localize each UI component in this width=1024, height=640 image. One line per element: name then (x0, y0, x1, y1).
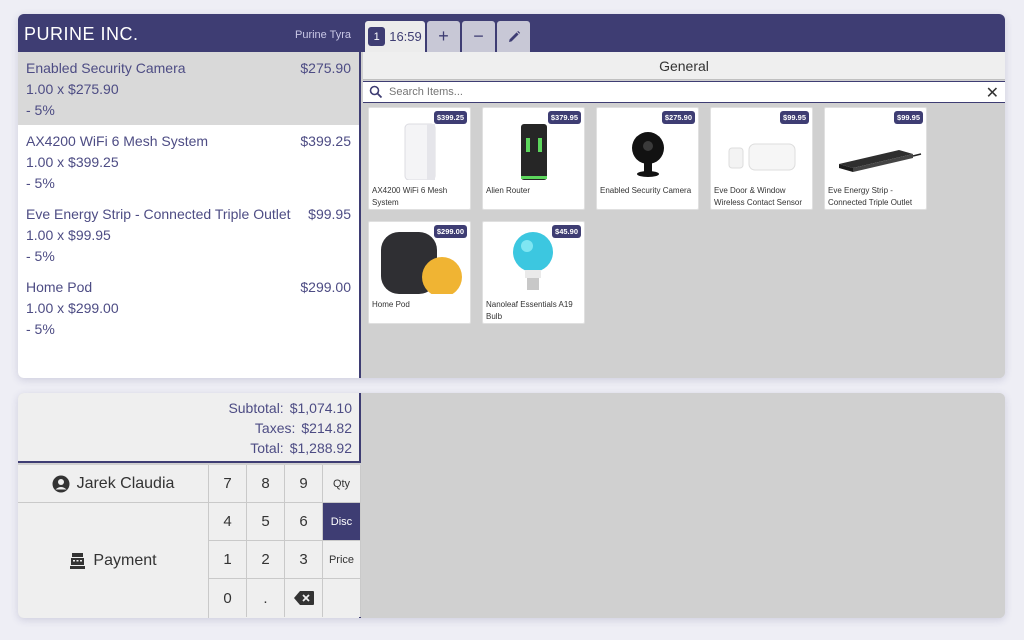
cashier-name[interactable]: Purine Tyra (295, 29, 351, 41)
numpad-9[interactable]: 9 (285, 465, 323, 503)
numpad-4[interactable]: 4 (209, 503, 247, 541)
product-price-tag: $379.95 (547, 111, 581, 124)
search-icon (369, 85, 383, 99)
product-price-tag: $275.90 (661, 111, 695, 124)
order-line-price: $99.95 (308, 206, 351, 222)
order-line[interactable]: Home Pod $299.00 1.00 x $299.00 - 5% (18, 271, 359, 344)
order-lines-list: Enabled Security Camera $275.90 1.00 x $… (18, 52, 361, 378)
numpad-1[interactable]: 1 (209, 541, 247, 579)
customer-button[interactable]: Jarek Claudia (18, 465, 209, 503)
mode-disc-button[interactable]: Disc (323, 503, 361, 541)
product-price-tag: $45.90 (552, 225, 581, 238)
category-general[interactable]: General (363, 52, 1005, 80)
order-line-name: Enabled Security Camera (26, 60, 186, 76)
product-card[interactable]: $275.90 Enabled Security Camera (596, 107, 699, 210)
payment-label: Payment (93, 551, 157, 569)
order-line-price: $299.00 (300, 279, 351, 295)
numpad-7[interactable]: 7 (209, 465, 247, 503)
empty-area (363, 393, 1005, 618)
taxes-label: Taxes: (254, 420, 296, 436)
top-panel: PURINE INC. Purine Tyra 1 16:59 + − Enab… (18, 14, 1005, 378)
order-time: 16:59 (389, 29, 422, 44)
product-card[interactable]: $99.95 Eve Door & Window Wireless Contac… (710, 107, 813, 210)
product-card[interactable]: $299.00 Home Pod (368, 221, 471, 324)
product-name: Alien Router (486, 186, 531, 195)
product-price-tag: $299.00 (433, 225, 467, 238)
total-label: Total: (250, 440, 284, 456)
plus-icon: + (438, 26, 449, 46)
order-line-qty: 1.00 x $299.00 (26, 300, 119, 316)
company-name: PURINE INC. (24, 24, 139, 44)
order-line-name: AX4200 WiFi 6 Mesh System (26, 133, 209, 149)
mode-qty-button[interactable]: Qty (323, 465, 361, 503)
numpad-2[interactable]: 2 (247, 541, 285, 579)
subtotal-label: Subtotal: (228, 400, 284, 416)
backspace-button[interactable] (285, 579, 323, 617)
delete-order-button[interactable]: − (462, 21, 495, 52)
order-totals: Subtotal: $1,074.10 Taxes: $214.82 Total: $… (18, 393, 361, 463)
subtotal-row: Subtotal: $1,074.10 (222, 400, 352, 416)
minus-icon: − (473, 26, 484, 46)
tab-order-1[interactable]: 1 16:59 (365, 21, 425, 52)
new-order-button[interactable]: + (427, 21, 460, 52)
mode-price-button[interactable]: Price (323, 541, 361, 579)
order-line[interactable]: Enabled Security Camera $275.90 1.00 x $… (18, 52, 359, 125)
control-pad: Jarek Claudia Payment 7 8 9 Qty 4 5 6 Di… (18, 465, 361, 618)
numpad-8[interactable]: 8 (247, 465, 285, 503)
numpad-3[interactable]: 3 (285, 541, 323, 579)
backspace-icon (293, 591, 314, 605)
product-name: Home Pod (372, 300, 410, 309)
order-line-qty: 1.00 x $275.90 (26, 81, 119, 97)
product-name: Nanoleaf Essentials A19 Bulb (486, 300, 573, 321)
order-line-name: Eve Energy Strip - Connected Triple Outl… (26, 206, 291, 222)
order-line-discount: - 5% (26, 102, 55, 118)
search-input[interactable] (389, 84, 969, 100)
payment-button[interactable]: Payment (18, 503, 209, 618)
product-price-tag: $99.95 (780, 111, 809, 124)
subtotal-value: $1,074.10 (289, 400, 352, 416)
product-card[interactable]: $379.95 Alien Router (482, 107, 585, 210)
cash-register-icon (70, 553, 86, 569)
order-line[interactable]: Eve Energy Strip - Connected Triple Outl… (18, 198, 359, 271)
empty-key (323, 579, 361, 617)
order-line-discount: - 5% (26, 321, 55, 337)
product-card[interactable]: $399.25 AX4200 WiFi 6 Mesh System (368, 107, 471, 210)
product-name: Eve Energy Strip - Connected Triple Outl… (828, 186, 913, 207)
edit-button[interactable] (497, 21, 530, 52)
order-line-name: Home Pod (26, 279, 93, 295)
product-card[interactable]: $45.90 Nanoleaf Essentials A19 Bulb (482, 221, 585, 324)
order-line[interactable]: AX4200 WiFi 6 Mesh System $399.25 1.00 x… (18, 125, 359, 198)
product-area: General ✕ $399.25 AX4200 WiFi 6 Mesh Sys… (363, 52, 1005, 378)
header-bar: PURINE INC. Purine Tyra 1 16:59 + − (18, 14, 1005, 52)
clear-search-icon[interactable]: ✕ (986, 83, 999, 103)
order-line-qty: 1.00 x $399.25 (26, 154, 119, 170)
numpad-decimal[interactable]: . (247, 579, 285, 617)
customer-name: Jarek Claudia (76, 474, 175, 492)
order-line-discount: - 5% (26, 175, 55, 191)
product-price-tag: $99.95 (894, 111, 923, 124)
total-row: Total: $1,288.92 (244, 440, 352, 456)
product-name: AX4200 WiFi 6 Mesh System (372, 186, 448, 207)
order-line-discount: - 5% (26, 248, 55, 264)
search-bar: ✕ (363, 81, 1005, 103)
product-price-tag: $399.25 (433, 111, 467, 124)
product-card[interactable]: $99.95 Eve Energy Strip - Connected Trip… (824, 107, 927, 210)
order-line-price: $399.25 (300, 133, 351, 149)
bottom-panel: Subtotal: $1,074.10 Taxes: $214.82 Total: $… (18, 393, 1005, 618)
pencil-icon (508, 30, 520, 42)
product-name: Enabled Security Camera (600, 186, 692, 195)
user-icon (52, 475, 70, 492)
order-line-qty: 1.00 x $99.95 (26, 227, 111, 243)
numpad-6[interactable]: 6 (285, 503, 323, 541)
total-value: $1,288.92 (289, 440, 352, 456)
order-line-price: $275.90 (300, 60, 351, 76)
order-number-badge: 1 (368, 27, 386, 46)
numpad-0[interactable]: 0 (209, 579, 247, 617)
product-name: Eve Door & Window Wireless Contact Senso… (714, 186, 803, 207)
taxes-value: $214.82 (301, 420, 352, 436)
taxes-row: Taxes: $214.82 (249, 420, 352, 436)
numpad-5[interactable]: 5 (247, 503, 285, 541)
